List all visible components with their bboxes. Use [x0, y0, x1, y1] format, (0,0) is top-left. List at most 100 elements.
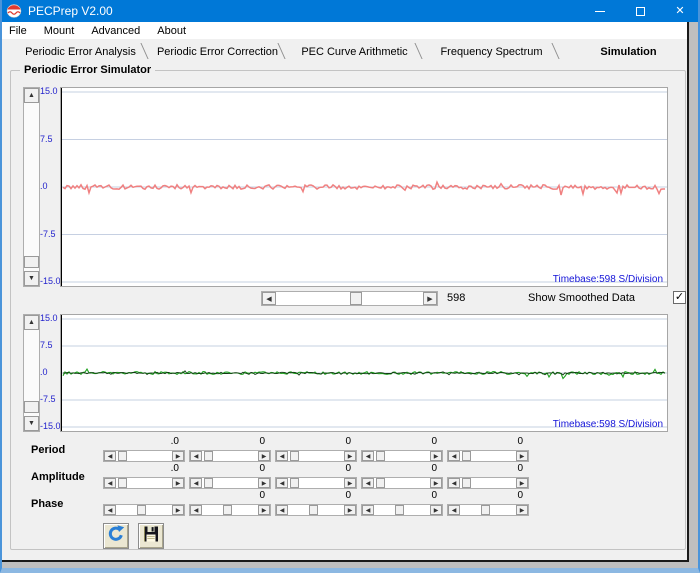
scroll-right-icon[interactable]: ▶: [516, 478, 528, 488]
scroll-right-icon[interactable]: ▶: [516, 451, 528, 461]
menu-item-mount[interactable]: Mount: [37, 25, 85, 37]
scrollbar-thumb[interactable]: [118, 478, 127, 488]
scrollbar-track[interactable]: [116, 478, 172, 488]
slider-amplitude-3[interactable]: ◀ ▶: [275, 477, 357, 489]
close-icon[interactable]: ✕: [660, 0, 698, 22]
scrollbar-thumb[interactable]: [204, 451, 213, 461]
scroll-right-icon[interactable]: ▶: [172, 451, 184, 461]
scrollbar-track[interactable]: [276, 292, 423, 305]
slider-period-3[interactable]: ◀ ▶: [275, 450, 357, 462]
scroll-right-icon[interactable]: ▶: [258, 451, 270, 461]
slider-phase-1[interactable]: ◀ ▶: [103, 504, 185, 516]
tab-frequency-spectrum[interactable]: Frequency Spectrum: [423, 42, 560, 61]
scroll-left-icon[interactable]: ◀: [362, 505, 374, 515]
slider-amplitude-1[interactable]: ◀ ▶: [103, 477, 185, 489]
scrollbar-thumb[interactable]: [24, 256, 39, 268]
scroll-right-icon[interactable]: ▶: [430, 478, 442, 488]
scrollbar-thumb[interactable]: [204, 478, 213, 488]
slider-amplitude-2[interactable]: ◀ ▶: [189, 477, 271, 489]
scroll-left-icon[interactable]: ◀: [262, 292, 276, 305]
slider-phase-3[interactable]: ◀ ▶: [275, 504, 357, 516]
scroll-right-icon[interactable]: ▶: [172, 505, 184, 515]
scrollbar-track[interactable]: [460, 505, 516, 515]
scroll-right-icon[interactable]: ▶: [344, 505, 356, 515]
scrollbar-thumb[interactable]: [462, 478, 471, 488]
slider-period-2[interactable]: ◀ ▶: [189, 450, 271, 462]
scrollbar-thumb[interactable]: [462, 451, 471, 461]
scroll-right-icon[interactable]: ▶: [344, 478, 356, 488]
scroll-down-icon[interactable]: ▼: [24, 416, 39, 431]
scroll-left-icon[interactable]: ◀: [190, 478, 202, 488]
scroll-left-icon[interactable]: ◀: [104, 505, 116, 515]
scrollbar-thumb[interactable]: [24, 401, 39, 413]
scrollbar-thumb[interactable]: [223, 505, 232, 515]
scroll-left-icon[interactable]: ◀: [448, 478, 460, 488]
scroll-right-icon[interactable]: ▶: [516, 505, 528, 515]
scroll-left-icon[interactable]: ◀: [362, 478, 374, 488]
tab-pec-curve-arithmetic[interactable]: PEC Curve Arithmetic: [286, 42, 423, 61]
scroll-left-icon[interactable]: ◀: [276, 505, 288, 515]
tab-simulation[interactable]: Simulation: [560, 42, 697, 61]
bottom-chart-vertical-scrollbar[interactable]: ▲ ▼: [23, 314, 40, 432]
scrollbar-track[interactable]: [24, 330, 39, 416]
scrollbar-thumb[interactable]: [118, 451, 127, 461]
scrollbar-track[interactable]: [288, 478, 344, 488]
scroll-right-icon[interactable]: ▶: [430, 451, 442, 461]
scrollbar-thumb[interactable]: [481, 505, 490, 515]
scrollbar-track[interactable]: [116, 505, 172, 515]
scroll-left-icon[interactable]: ◀: [104, 478, 116, 488]
scrollbar-thumb[interactable]: [137, 505, 146, 515]
scrollbar-track[interactable]: [202, 478, 258, 488]
menu-item-about[interactable]: About: [150, 25, 196, 37]
scrollbar-thumb[interactable]: [376, 451, 385, 461]
refresh-button[interactable]: [103, 523, 129, 549]
scroll-right-icon[interactable]: ▶: [172, 478, 184, 488]
slider-amplitude-5[interactable]: ◀ ▶: [447, 477, 529, 489]
scrollbar-track[interactable]: [288, 451, 344, 461]
scrollbar-thumb[interactable]: [290, 451, 299, 461]
scroll-left-icon[interactable]: ◀: [190, 451, 202, 461]
slider-phase-5[interactable]: ◀ ▶: [447, 504, 529, 516]
tab-periodic-error-correction[interactable]: Periodic Error Correction: [149, 42, 286, 61]
scrollbar-track[interactable]: [116, 451, 172, 461]
scrollbar-track[interactable]: [460, 478, 516, 488]
scroll-right-icon[interactable]: ▶: [430, 505, 442, 515]
scroll-right-icon[interactable]: ▶: [258, 478, 270, 488]
scroll-left-icon[interactable]: ◀: [276, 478, 288, 488]
scrollbar-track[interactable]: [374, 478, 430, 488]
top-chart-vertical-scrollbar[interactable]: ▲ ▼: [23, 87, 40, 287]
scroll-left-icon[interactable]: ◀: [104, 451, 116, 461]
show-smoothed-checkbox[interactable]: ✓: [673, 291, 686, 304]
slider-period-5[interactable]: ◀ ▶: [447, 450, 529, 462]
scroll-right-icon[interactable]: ▶: [258, 505, 270, 515]
scrollbar-track[interactable]: [374, 451, 430, 461]
scroll-up-icon[interactable]: ▲: [24, 88, 39, 103]
scroll-left-icon[interactable]: ◀: [362, 451, 374, 461]
menu-item-advanced[interactable]: Advanced: [84, 25, 150, 37]
scrollbar-thumb[interactable]: [290, 478, 299, 488]
scroll-left-icon[interactable]: ◀: [276, 451, 288, 461]
scrollbar-thumb[interactable]: [309, 505, 318, 515]
scrollbar-track[interactable]: [460, 451, 516, 461]
scrollbar-track[interactable]: [24, 103, 39, 271]
save-button[interactable]: [138, 523, 164, 549]
scroll-right-icon[interactable]: ▶: [344, 451, 356, 461]
scroll-left-icon[interactable]: ◀: [448, 505, 460, 515]
scrollbar-track[interactable]: [288, 505, 344, 515]
maximize-icon[interactable]: [620, 0, 660, 22]
scrollbar-thumb[interactable]: [376, 478, 385, 488]
minimize-icon[interactable]: [580, 0, 620, 22]
slider-period-1[interactable]: ◀ ▶: [103, 450, 185, 462]
scrollbar-thumb[interactable]: [349, 292, 362, 305]
scroll-up-icon[interactable]: ▲: [24, 315, 39, 330]
slider-period-4[interactable]: ◀ ▶: [361, 450, 443, 462]
tab-periodic-error-analysis[interactable]: Periodic Error Analysis: [12, 42, 149, 61]
scrollbar-track[interactable]: [374, 505, 430, 515]
menu-item-file[interactable]: File: [2, 25, 37, 37]
scrollbar-thumb[interactable]: [395, 505, 404, 515]
slider-phase-4[interactable]: ◀ ▶: [361, 504, 443, 516]
scroll-right-icon[interactable]: ▶: [423, 292, 437, 305]
scroll-left-icon[interactable]: ◀: [190, 505, 202, 515]
scrollbar-track[interactable]: [202, 451, 258, 461]
scroll-left-icon[interactable]: ◀: [448, 451, 460, 461]
